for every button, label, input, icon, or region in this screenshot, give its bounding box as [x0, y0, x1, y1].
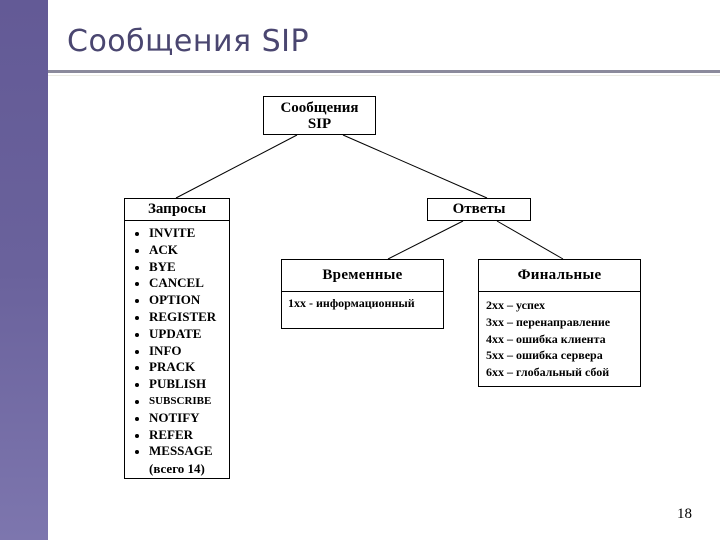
- final-responses-body: 2xx – успех 3xx – перенаправление 4xx – …: [479, 292, 640, 381]
- connector-responses-to-final: [496, 220, 564, 260]
- requests-node-header: Запросы: [124, 198, 230, 221]
- list-item: OPTION: [133, 292, 229, 309]
- list-item: BYE: [133, 259, 229, 276]
- connector-root-to-responses: [342, 134, 488, 199]
- final-responses-header: Финальные: [479, 260, 640, 292]
- list-item: INFO: [133, 343, 229, 360]
- list-item: INVITE: [133, 225, 229, 242]
- list-item: REGISTER: [133, 309, 229, 326]
- list-item: UPDATE: [133, 326, 229, 343]
- list-item: SUBSCRIBE: [133, 393, 229, 410]
- list-item: 6xx – глобальный сбой: [486, 365, 610, 380]
- responses-node-header: Ответы: [427, 198, 531, 221]
- list-item: CANCEL: [133, 275, 229, 292]
- provisional-responses-node: Временные 1xx - информационный: [281, 259, 444, 329]
- connector-root-to-requests: [175, 134, 298, 199]
- final-responses-node: Финальные 2xx – успех 3xx – перенаправле…: [478, 259, 641, 387]
- list-item: PUBLISH: [133, 376, 229, 393]
- requests-node-list: INVITE ACK BYE CANCEL OPTION REGISTER UP…: [124, 221, 230, 479]
- list-item: 5xx – ошибка сервера: [486, 348, 603, 363]
- list-item: MESSAGE: [133, 443, 229, 460]
- root-node-line2: SIP: [307, 116, 332, 132]
- list-item: 1xx - информационный: [288, 296, 415, 310]
- list-item: 4xx – ошибка клиента: [486, 331, 606, 346]
- root-node-sip-messages: Сообщения SIP: [263, 96, 376, 135]
- list-item: NOTIFY: [133, 410, 229, 427]
- connector-responses-to-provisional: [387, 220, 464, 260]
- requests-total: (всего 14): [149, 461, 205, 477]
- list-item: REFER: [133, 427, 229, 444]
- request-methods-list: INVITE ACK BYE CANCEL OPTION REGISTER UP…: [133, 225, 229, 460]
- provisional-responses-body: 1xx - информационный: [282, 292, 443, 311]
- root-node-line1: Сообщения: [280, 100, 359, 116]
- list-item: 2xx – успех: [486, 298, 545, 312]
- list-item: ACK: [133, 242, 229, 259]
- list-item: PRACK: [133, 359, 229, 376]
- list-item: 3xx – перенаправление: [486, 314, 611, 329]
- page-number: 18: [677, 506, 692, 522]
- provisional-responses-header: Временные: [282, 260, 443, 292]
